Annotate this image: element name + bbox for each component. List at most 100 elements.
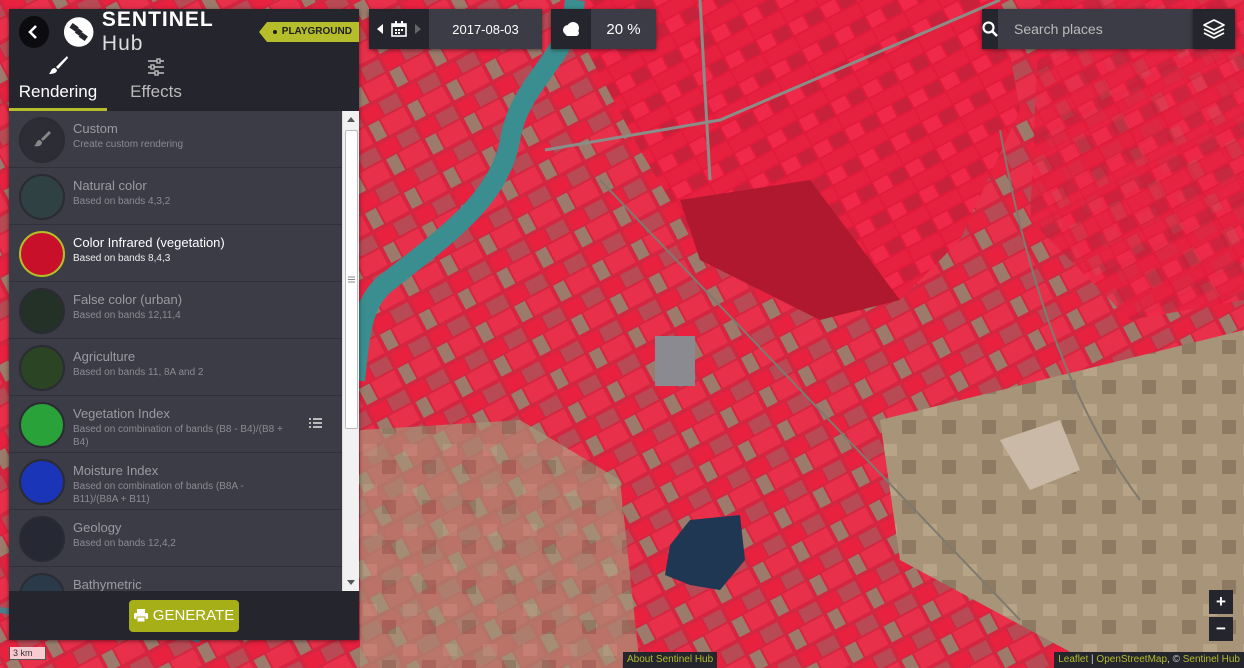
layer-subtitle: Based on bands 12,11,4 — [73, 310, 181, 321]
grip-icon — [348, 276, 355, 283]
sentinel-hub-link[interactable]: Sentinel Hub — [1183, 654, 1240, 665]
cloud-coverage-control[interactable]: 20 % — [551, 9, 656, 49]
layer-thumbnail — [19, 288, 65, 334]
date-picker: 2017-08-03 — [369, 9, 542, 49]
layer-item[interactable]: Moisture Index Based on combination of ba… — [9, 453, 342, 510]
brush-icon — [49, 56, 68, 74]
layer-item[interactable]: Vegetation Index Based on combination of … — [9, 396, 342, 453]
layer-thumbnail — [19, 516, 65, 562]
caret-right-icon[interactable] — [415, 24, 421, 34]
layer-thumbnail — [19, 117, 65, 163]
layer-title: Agriculture — [73, 349, 136, 364]
layer-title: Moisture Index — [73, 463, 159, 478]
layer-text: Agriculture Based on bands 11, 8A and 2 — [73, 345, 288, 379]
layer-thumbnail — [19, 231, 65, 277]
layer-text: Moisture Index Based on combination of ba… — [73, 459, 288, 506]
calendar-icon[interactable] — [391, 21, 407, 37]
layers-button[interactable] — [1193, 9, 1235, 49]
scale-bar: 3 km — [9, 647, 46, 660]
layer-subtitle: Based on bands 12,4,2 — [73, 538, 176, 549]
layer-item[interactable]: Geology Based on bands 12,4,2 — [9, 510, 342, 567]
cloud-coverage-value[interactable]: 20 % — [591, 9, 656, 49]
about-link[interactable]: About Sentinel Hub — [623, 652, 718, 668]
search-button[interactable] — [982, 9, 998, 49]
brand-bold: SENTINEL — [101, 7, 214, 31]
printer-icon — [133, 609, 148, 622]
generate-label: GENERATE — [152, 607, 235, 624]
layer-text: Custom Create custom rendering — [73, 117, 288, 151]
layer-title: Custom — [73, 121, 118, 136]
caret-left-icon[interactable] — [377, 24, 383, 34]
panel-header: SENTINEL Hub PLAYGROUND — [9, 8, 359, 56]
brand-name: SENTINEL Hub — [102, 8, 250, 56]
layer-item[interactable]: Agriculture Based on bands 11, 8A and 2 — [9, 339, 342, 396]
triangle-down-icon — [347, 580, 355, 585]
layer-thumbnail — [19, 573, 65, 591]
zoom-out-button[interactable]: − — [1209, 617, 1233, 641]
tab-effects-label: Effects — [130, 82, 182, 101]
layer-title: Geology — [73, 520, 122, 535]
layer-title: Color Infrared (vegetation) — [73, 235, 225, 250]
layer-text: Vegetation Index Based on combination of … — [73, 402, 288, 449]
brush-icon — [34, 131, 51, 147]
layer-list: Custom Create custom rendering Natural col… — [9, 111, 342, 591]
layer-text: Natural color Based on bands 4,3,2 — [73, 174, 288, 208]
layer-subtitle: Create custom rendering — [73, 139, 184, 150]
layer-item[interactable]: False color (urban) Based on bands 12,11,… — [9, 282, 342, 339]
layer-title: Bathymetric — [73, 577, 142, 591]
search-icon — [982, 21, 998, 37]
attribution-separator: , © — [1167, 654, 1183, 665]
date-nav — [369, 9, 429, 49]
layer-text: Color Infrared (vegetation) Based on band… — [73, 231, 288, 265]
scroll-up-arrow[interactable] — [343, 111, 359, 128]
cloud-icon — [563, 22, 579, 36]
tab-rendering-label: Rendering — [18, 82, 98, 101]
layer-title: False color (urban) — [73, 292, 183, 307]
sliders-icon — [148, 58, 164, 76]
layer-thumbnail — [19, 345, 65, 391]
search-box — [982, 9, 1195, 49]
layer-list-container: Custom Create custom rendering Natural col… — [9, 111, 359, 591]
layer-thumbnail — [19, 459, 65, 505]
badge-label: PLAYGROUND — [281, 26, 352, 37]
layer-subtitle: Based on bands 11, 8A and 2 — [73, 367, 204, 378]
playground-badge: PLAYGROUND — [258, 21, 359, 42]
back-button[interactable] — [19, 15, 49, 48]
date-value[interactable]: 2017-08-03 — [429, 9, 542, 49]
tab-effects[interactable]: Effects — [107, 54, 205, 111]
layers-icon — [1203, 19, 1225, 39]
search-input[interactable] — [998, 9, 1195, 49]
layer-text: False color (urban) Based on bands 12,11,… — [73, 288, 288, 322]
layer-item[interactable]: Natural color Based on bands 4,3,2 — [9, 168, 342, 225]
triangle-up-icon — [347, 117, 355, 122]
layer-item[interactable]: Custom Create custom rendering — [9, 111, 342, 168]
attribution: Leaflet | OpenStreetMap, © Sentinel Hub — [1054, 652, 1244, 668]
scroll-down-arrow[interactable] — [343, 574, 359, 591]
leaflet-link[interactable]: Leaflet — [1058, 654, 1088, 665]
cloud-button[interactable] — [551, 9, 591, 49]
tab-rendering[interactable]: Rendering — [9, 54, 107, 111]
panel-footer: GENERATE — [9, 591, 359, 640]
layer-text: Bathymetric — [73, 573, 288, 591]
tab-bar: Rendering Effects — [9, 54, 359, 111]
legend-list-icon[interactable] — [309, 415, 322, 433]
layer-item[interactable]: Color Infrared (vegetation) Based on band… — [9, 225, 342, 282]
layer-text: Geology Based on bands 12,4,2 — [73, 516, 288, 550]
layer-subtitle: Based on bands 4,3,2 — [73, 196, 171, 207]
layer-subtitle: Based on combination of bands (B8A - B11… — [73, 481, 244, 505]
layer-thumbnail — [19, 174, 65, 220]
side-panel: SENTINEL Hub PLAYGROUND Rendering Effect… — [9, 8, 359, 640]
satellite-logo-icon — [63, 16, 93, 47]
scrollbar[interactable] — [342, 111, 359, 591]
layer-item[interactable]: Bathymetric — [9, 567, 342, 591]
chevron-left-icon — [27, 24, 37, 39]
scrollbar-thumb[interactable] — [345, 130, 358, 429]
layer-title: Vegetation Index — [73, 406, 170, 421]
zoom-in-button[interactable]: + — [1209, 590, 1233, 614]
layer-title: Natural color — [73, 178, 147, 193]
brand-light: Hub — [101, 31, 144, 55]
osm-link[interactable]: OpenStreetMap — [1096, 654, 1167, 665]
layer-subtitle: Based on combination of bands (B8 - B4)/… — [73, 424, 283, 448]
generate-button[interactable]: GENERATE — [129, 599, 239, 632]
layer-subtitle: Based on bands 8,4,3 — [73, 253, 171, 264]
